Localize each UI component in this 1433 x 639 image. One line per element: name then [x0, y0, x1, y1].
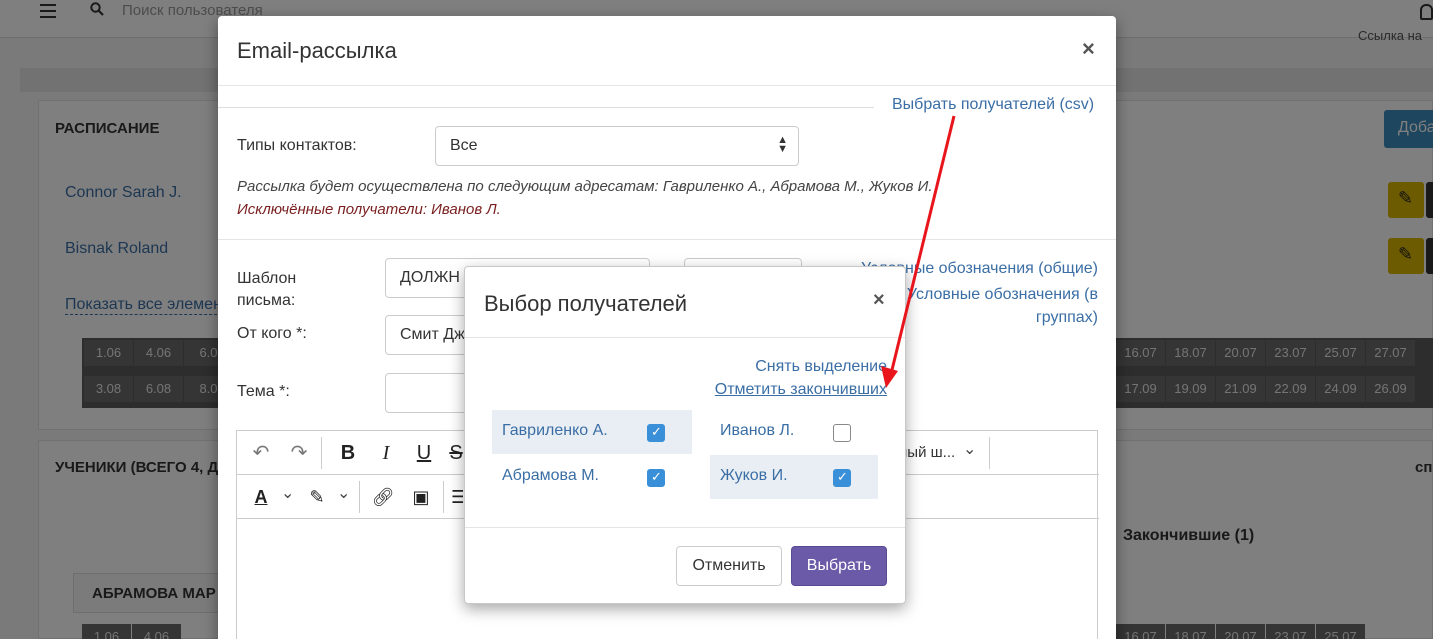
modal-title: Email-рассылка: [237, 38, 397, 63]
excluded-note: Исключённые получатели: Иванов Л.: [237, 201, 501, 218]
contact-types-select[interactable]: Все ▲ ▼: [435, 126, 799, 166]
recipient-row-2[interactable]: Иванов Л.: [710, 410, 878, 454]
recipient-name-4: Жуков И.: [720, 467, 788, 484]
text-color-icon[interactable]: A: [245, 481, 277, 513]
template-label: Шаблон письма:: [237, 270, 297, 309]
underline-icon[interactable]: U: [408, 437, 440, 469]
chevron-down-icon[interactable]: ⌄: [963, 439, 976, 459]
recipient-row-4[interactable]: Жуков И.: [710, 455, 878, 499]
recipient-name-3: Абрамова М.: [502, 467, 599, 484]
image-icon[interactable]: ▣: [405, 481, 437, 513]
recipient-name-2: Иванов Л.: [720, 422, 795, 439]
italic-icon[interactable]: I: [370, 437, 402, 469]
contact-types-label: Типы контактов:: [237, 137, 357, 154]
from-label: От кого *:: [237, 325, 307, 342]
subject-label: Тема *:: [237, 383, 290, 400]
close-icon[interactable]: ×: [1082, 36, 1095, 62]
redo-icon[interactable]: ↷: [283, 437, 315, 469]
select-recipients-csv-link[interactable]: Выбрать получателей (csv): [892, 96, 1094, 114]
cancel-button[interactable]: Отменить: [676, 546, 782, 586]
recipient-checkbox-2[interactable]: [833, 424, 851, 442]
recipient-row-3[interactable]: Абрамова М.: [492, 455, 692, 499]
select-arrows-icon: ▲ ▼: [777, 134, 788, 155]
highlight-chevron-icon[interactable]: ⌄: [337, 483, 350, 503]
highlight-icon[interactable]: ✎: [301, 481, 333, 513]
recipients-close-icon[interactable]: ×: [873, 289, 885, 312]
recipient-checkbox-3[interactable]: [647, 469, 665, 487]
undo-icon[interactable]: ↶: [245, 437, 277, 469]
recipients-modal-title: Выбор получателей: [484, 291, 688, 316]
recipient-name-1: Гавриленко А.: [502, 422, 608, 439]
mark-finished-link[interactable]: Отметить закончивших: [715, 381, 887, 399]
clear-selection-link[interactable]: Снять выделение: [755, 358, 887, 376]
list-icon[interactable]: ☰: [451, 481, 463, 513]
bold-icon[interactable]: B: [332, 437, 364, 469]
select-button[interactable]: Выбрать: [791, 546, 887, 586]
recipient-row-1[interactable]: Гавриленко А.: [492, 410, 692, 454]
recipients-modal: Выбор получателей × Снять выделение Отме…: [464, 266, 906, 604]
text-color-chevron-icon[interactable]: ⌄: [281, 483, 294, 503]
recipients-note: Рассылка будет осуществлена по следующим…: [237, 178, 933, 195]
strikethrough-icon[interactable]: S: [446, 437, 466, 469]
recipients-footer-divider: [465, 527, 905, 528]
section-divider: [218, 239, 1116, 240]
header-divider: [218, 85, 1116, 86]
legend-groups-link[interactable]: Условные обозначения (в группах): [907, 283, 1098, 329]
recipients-header-divider: [465, 337, 905, 338]
recipient-checkbox-4[interactable]: [833, 469, 851, 487]
contact-types-value: Все: [450, 137, 478, 154]
csv-divider: [218, 107, 874, 108]
link-icon[interactable]: 🔗︎: [367, 481, 399, 513]
recipient-checkbox-1[interactable]: [647, 424, 665, 442]
